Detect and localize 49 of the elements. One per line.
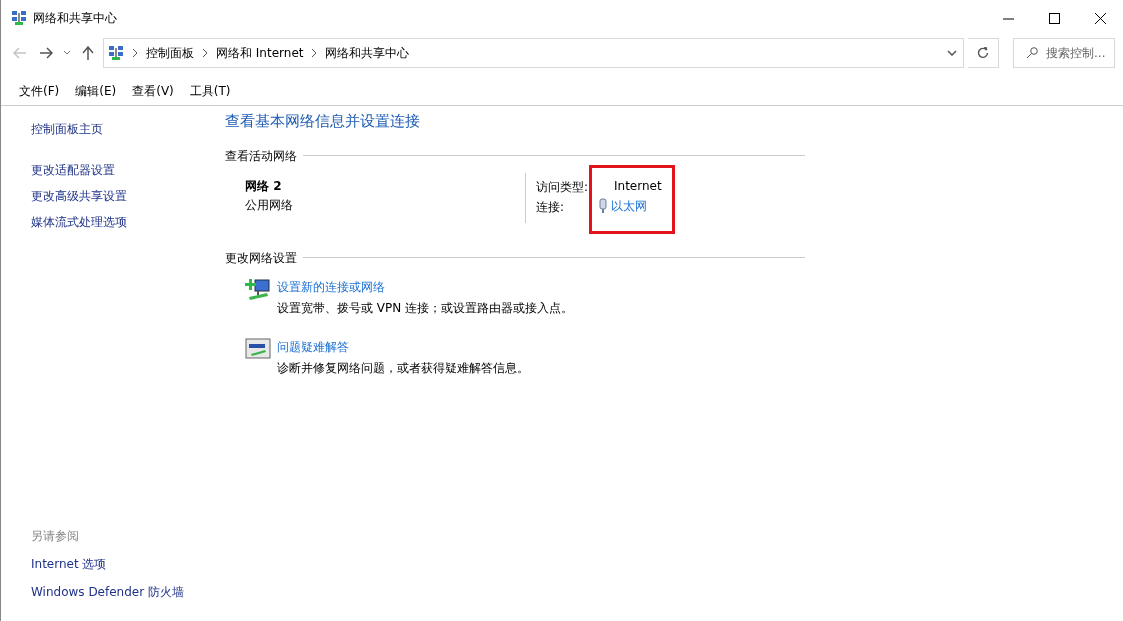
field-label: 连接: (536, 198, 566, 216)
task-link[interactable]: 问题疑难解答 (277, 336, 529, 358)
chevron-icon (132, 49, 138, 57)
sidebar-link[interactable]: 控制面板主页 (31, 120, 225, 138)
menu-item[interactable]: 文件(F) (13, 79, 66, 102)
back-arrow-icon (13, 47, 27, 59)
refresh-icon (977, 47, 989, 59)
see-also-link[interactable]: Internet 选项 (31, 555, 225, 573)
ethernet-icon (598, 197, 608, 214)
dropdown-icon (947, 50, 957, 56)
refresh-button[interactable] (968, 38, 999, 68)
up-arrow-icon (82, 46, 94, 60)
forward-arrow-icon (39, 47, 53, 59)
menu-item[interactable]: 编辑(E) (69, 79, 123, 102)
task-description: 诊断并修复网络问题，或者获得疑难解答信息。 (277, 359, 529, 377)
sidebar-link[interactable]: 更改适配器设置 (31, 161, 225, 179)
access-type-value: Internet (613, 177, 662, 195)
network-icon (108, 45, 124, 61)
troubleshoot-icon (245, 336, 271, 361)
search-icon (1026, 47, 1038, 59)
network-name: 网络 2 (245, 177, 283, 195)
section-heading: 查看活动网络 (225, 147, 297, 165)
address-bar[interactable]: 控制面板 网络和 Internet 网络和共享中心 (103, 38, 964, 68)
search-field[interactable]: 搜索控制... (1013, 38, 1115, 68)
chevron-icon (311, 49, 318, 57)
ethernet-link[interactable]: 以太网 (611, 195, 647, 216)
breadcrumb-item[interactable]: 网络和 Internet (216, 44, 304, 62)
page-heading: 查看基本网络信息并设置连接 (225, 111, 421, 132)
network-setup-icon (245, 276, 271, 301)
close-icon (1094, 12, 1106, 24)
caret-icon (63, 50, 71, 56)
section-heading: 更改网络设置 (225, 249, 297, 267)
task-description: 设置宽带、拨号或 VPN 连接；或设置路由器或接入点。 (277, 299, 574, 317)
see-also-link[interactable]: Windows Defender 防火墙 (31, 583, 225, 601)
chevron-icon (202, 49, 208, 57)
sidebar-link[interactable]: 媒体流式处理选项 (31, 213, 225, 231)
task-link[interactable]: 设置新的连接或网络 (277, 276, 574, 298)
window-title: 网络和共享中心 (33, 10, 117, 27)
menu-item[interactable]: 查看(V) (126, 79, 180, 102)
network-icon (11, 10, 27, 26)
search-placeholder: 搜索控制... (1046, 45, 1106, 62)
sidebar-link[interactable]: 更改高级共享设置 (31, 187, 225, 205)
field-label: 访问类型: (536, 178, 590, 196)
see-also-heading: 另请参阅 (31, 528, 80, 545)
menu-item[interactable]: 工具(T) (183, 79, 237, 102)
network-category: 公用网络 (245, 196, 294, 214)
breadcrumb-item[interactable]: 网络和共享中心 (325, 44, 410, 62)
breadcrumb-item[interactable]: 控制面板 (146, 44, 194, 62)
maximize-icon (1048, 12, 1060, 24)
